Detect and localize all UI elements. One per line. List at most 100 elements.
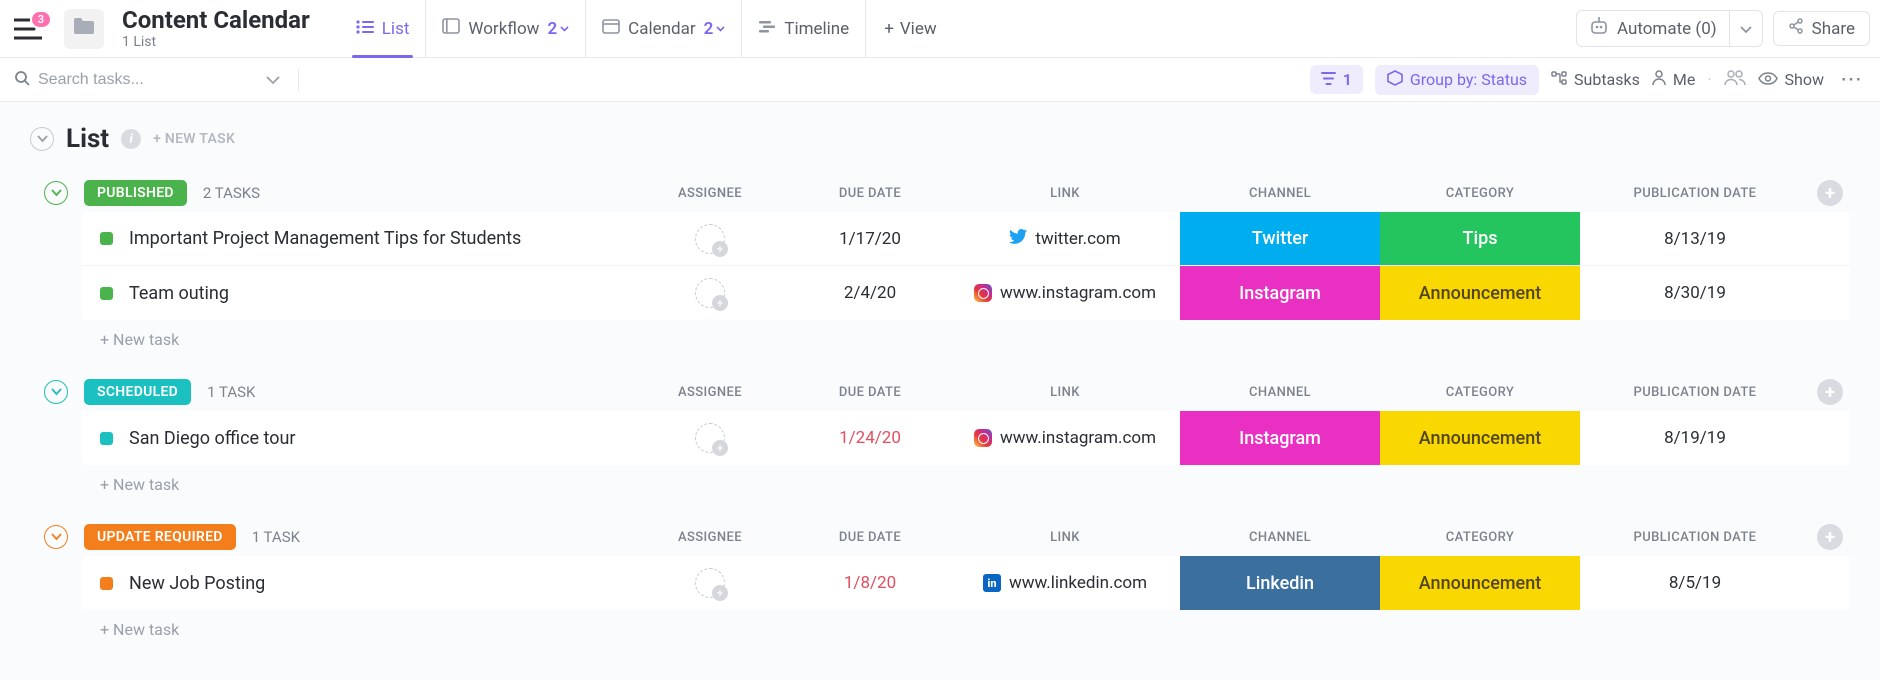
task-row[interactable]: New Job Posting 1/8/20 inwww.linkedin.co… bbox=[82, 556, 1850, 610]
instagram-icon bbox=[974, 429, 992, 447]
assignee-placeholder-icon bbox=[695, 278, 725, 308]
cell-category[interactable]: Announcement bbox=[1380, 411, 1580, 465]
timeline-icon bbox=[758, 19, 776, 39]
control-bar: 1 Group by: Status Subtasks Me · Show ⋯ bbox=[0, 58, 1880, 102]
main-menu-button[interactable]: 3 bbox=[14, 18, 42, 40]
cell-channel[interactable]: Instagram bbox=[1180, 411, 1380, 465]
tab-calendar[interactable]: Calendar 2 bbox=[585, 0, 741, 57]
assignees-button[interactable] bbox=[1724, 70, 1746, 90]
cell-channel[interactable]: Instagram bbox=[1180, 266, 1380, 320]
cell-link[interactable]: twitter.com bbox=[950, 212, 1180, 265]
col-due-date: DUE DATE bbox=[790, 530, 950, 545]
show-button[interactable]: Show bbox=[1758, 70, 1824, 89]
new-task-button[interactable]: + New task bbox=[100, 330, 1850, 349]
column-headers: ASSIGNEE DUE DATE LINK CHANNEL CATEGORY … bbox=[630, 180, 1850, 206]
col-assignee: ASSIGNEE bbox=[630, 530, 790, 545]
tab-list[interactable]: List bbox=[340, 0, 426, 57]
status-square[interactable] bbox=[100, 232, 113, 245]
tab-timeline[interactable]: Timeline bbox=[741, 0, 865, 57]
cell-due-date[interactable]: 2/4/20 bbox=[790, 266, 950, 320]
group-collapse[interactable] bbox=[44, 181, 68, 205]
divider bbox=[298, 69, 299, 91]
add-view-button[interactable]: + View bbox=[865, 0, 954, 57]
person-icon bbox=[1652, 70, 1666, 89]
workflow-icon bbox=[442, 18, 460, 39]
search-input[interactable] bbox=[38, 71, 238, 89]
automate-button[interactable]: Automate (0) bbox=[1577, 11, 1729, 46]
cell-category[interactable]: Announcement bbox=[1380, 266, 1580, 320]
status-square[interactable] bbox=[100, 577, 113, 590]
cell-channel[interactable]: Linkedin bbox=[1180, 556, 1380, 610]
chevron-down-icon bbox=[1740, 19, 1752, 39]
cell-publication-date[interactable]: 8/30/19 bbox=[1580, 266, 1810, 320]
cell-assignee[interactable] bbox=[630, 556, 790, 610]
new-task-button[interactable]: + New task bbox=[100, 620, 1850, 639]
cell-category[interactable]: Announcement bbox=[1380, 556, 1580, 610]
cell-assignee[interactable] bbox=[630, 411, 790, 465]
cell-link[interactable]: www.instagram.com bbox=[950, 411, 1180, 465]
add-column: + bbox=[1810, 379, 1850, 405]
status-pill[interactable]: UPDATE REQUIRED bbox=[84, 524, 236, 550]
list-collapse[interactable] bbox=[30, 127, 54, 151]
status-pill[interactable]: SCHEDULED bbox=[84, 379, 191, 405]
channel-chip: Instagram bbox=[1180, 411, 1380, 465]
col-channel: CHANNEL bbox=[1180, 186, 1380, 201]
info-icon[interactable]: i bbox=[121, 129, 141, 149]
cell-link[interactable]: www.instagram.com bbox=[950, 266, 1180, 320]
cell-due-date[interactable]: 1/24/20 bbox=[790, 411, 950, 465]
cell-link[interactable]: inwww.linkedin.com bbox=[950, 556, 1180, 610]
new-task-top[interactable]: + NEW TASK bbox=[153, 131, 235, 147]
col-publication-date: PUBLICATION DATE bbox=[1580, 186, 1810, 201]
folder-button[interactable] bbox=[64, 9, 104, 49]
tab-workflow[interactable]: Workflow 2 bbox=[425, 0, 585, 57]
twitter-icon bbox=[1009, 229, 1027, 249]
status-square[interactable] bbox=[100, 287, 113, 300]
subtasks-button[interactable]: Subtasks bbox=[1551, 70, 1640, 89]
page-title-block: Content Calendar 1 List bbox=[122, 7, 310, 51]
cell-assignee[interactable] bbox=[630, 212, 790, 265]
col-assignee: ASSIGNEE bbox=[630, 186, 790, 201]
filter-button[interactable]: 1 bbox=[1310, 65, 1363, 94]
cell-publication-date[interactable]: 8/19/19 bbox=[1580, 411, 1810, 465]
cell-channel[interactable]: Twitter bbox=[1180, 212, 1380, 265]
task-row[interactable]: Team outing 2/4/20 www.instagram.com Ins… bbox=[82, 266, 1850, 320]
group-collapse[interactable] bbox=[44, 380, 68, 404]
task-name: San Diego office tour bbox=[129, 428, 296, 449]
status-square[interactable] bbox=[100, 432, 113, 445]
add-column-button[interactable]: + bbox=[1817, 180, 1843, 206]
add-column-button[interactable]: + bbox=[1817, 379, 1843, 405]
me-label: Me bbox=[1673, 70, 1695, 89]
cell-due-date[interactable]: 1/8/20 bbox=[790, 556, 950, 610]
group-by-button[interactable]: Group by: Status bbox=[1375, 65, 1539, 95]
filter-count: 1 bbox=[1343, 70, 1352, 89]
top-right-controls: Automate (0) Share bbox=[1576, 10, 1870, 47]
task-row[interactable]: Important Project Management Tips for St… bbox=[82, 212, 1850, 266]
add-column-button[interactable]: + bbox=[1817, 524, 1843, 550]
task-main: Important Project Management Tips for St… bbox=[82, 212, 630, 265]
robot-icon bbox=[1589, 17, 1609, 40]
group-collapse[interactable] bbox=[44, 525, 68, 549]
cell-assignee[interactable] bbox=[630, 266, 790, 320]
filter-icon bbox=[1321, 70, 1336, 89]
share-button[interactable]: Share bbox=[1773, 11, 1870, 46]
more-button[interactable]: ⋯ bbox=[1836, 67, 1866, 92]
me-button[interactable]: Me bbox=[1652, 70, 1695, 89]
new-task-button[interactable]: + New task bbox=[100, 475, 1850, 494]
task-name: Important Project Management Tips for St… bbox=[129, 228, 521, 249]
cell-add bbox=[1810, 266, 1850, 320]
col-category: CATEGORY bbox=[1380, 186, 1580, 201]
cell-publication-date[interactable]: 8/13/19 bbox=[1580, 212, 1810, 265]
assignee-placeholder-icon bbox=[695, 568, 725, 598]
view-tabs: List Workflow 2 Calendar 2 Timeline + Vi… bbox=[340, 0, 955, 57]
search-options-caret[interactable] bbox=[266, 70, 280, 89]
automate-dropdown[interactable] bbox=[1729, 11, 1762, 46]
status-pill[interactable]: PUBLISHED bbox=[84, 180, 187, 206]
col-assignee: ASSIGNEE bbox=[630, 385, 790, 400]
linkedin-icon: in bbox=[983, 574, 1001, 592]
task-row[interactable]: San Diego office tour 1/24/20 www.instag… bbox=[82, 411, 1850, 465]
tab-calendar-label: Calendar bbox=[628, 19, 695, 39]
cell-due-date[interactable]: 1/17/20 bbox=[790, 212, 950, 265]
dot-sep: · bbox=[1707, 70, 1711, 89]
cell-publication-date[interactable]: 8/5/19 bbox=[1580, 556, 1810, 610]
cell-category[interactable]: Tips bbox=[1380, 212, 1580, 265]
